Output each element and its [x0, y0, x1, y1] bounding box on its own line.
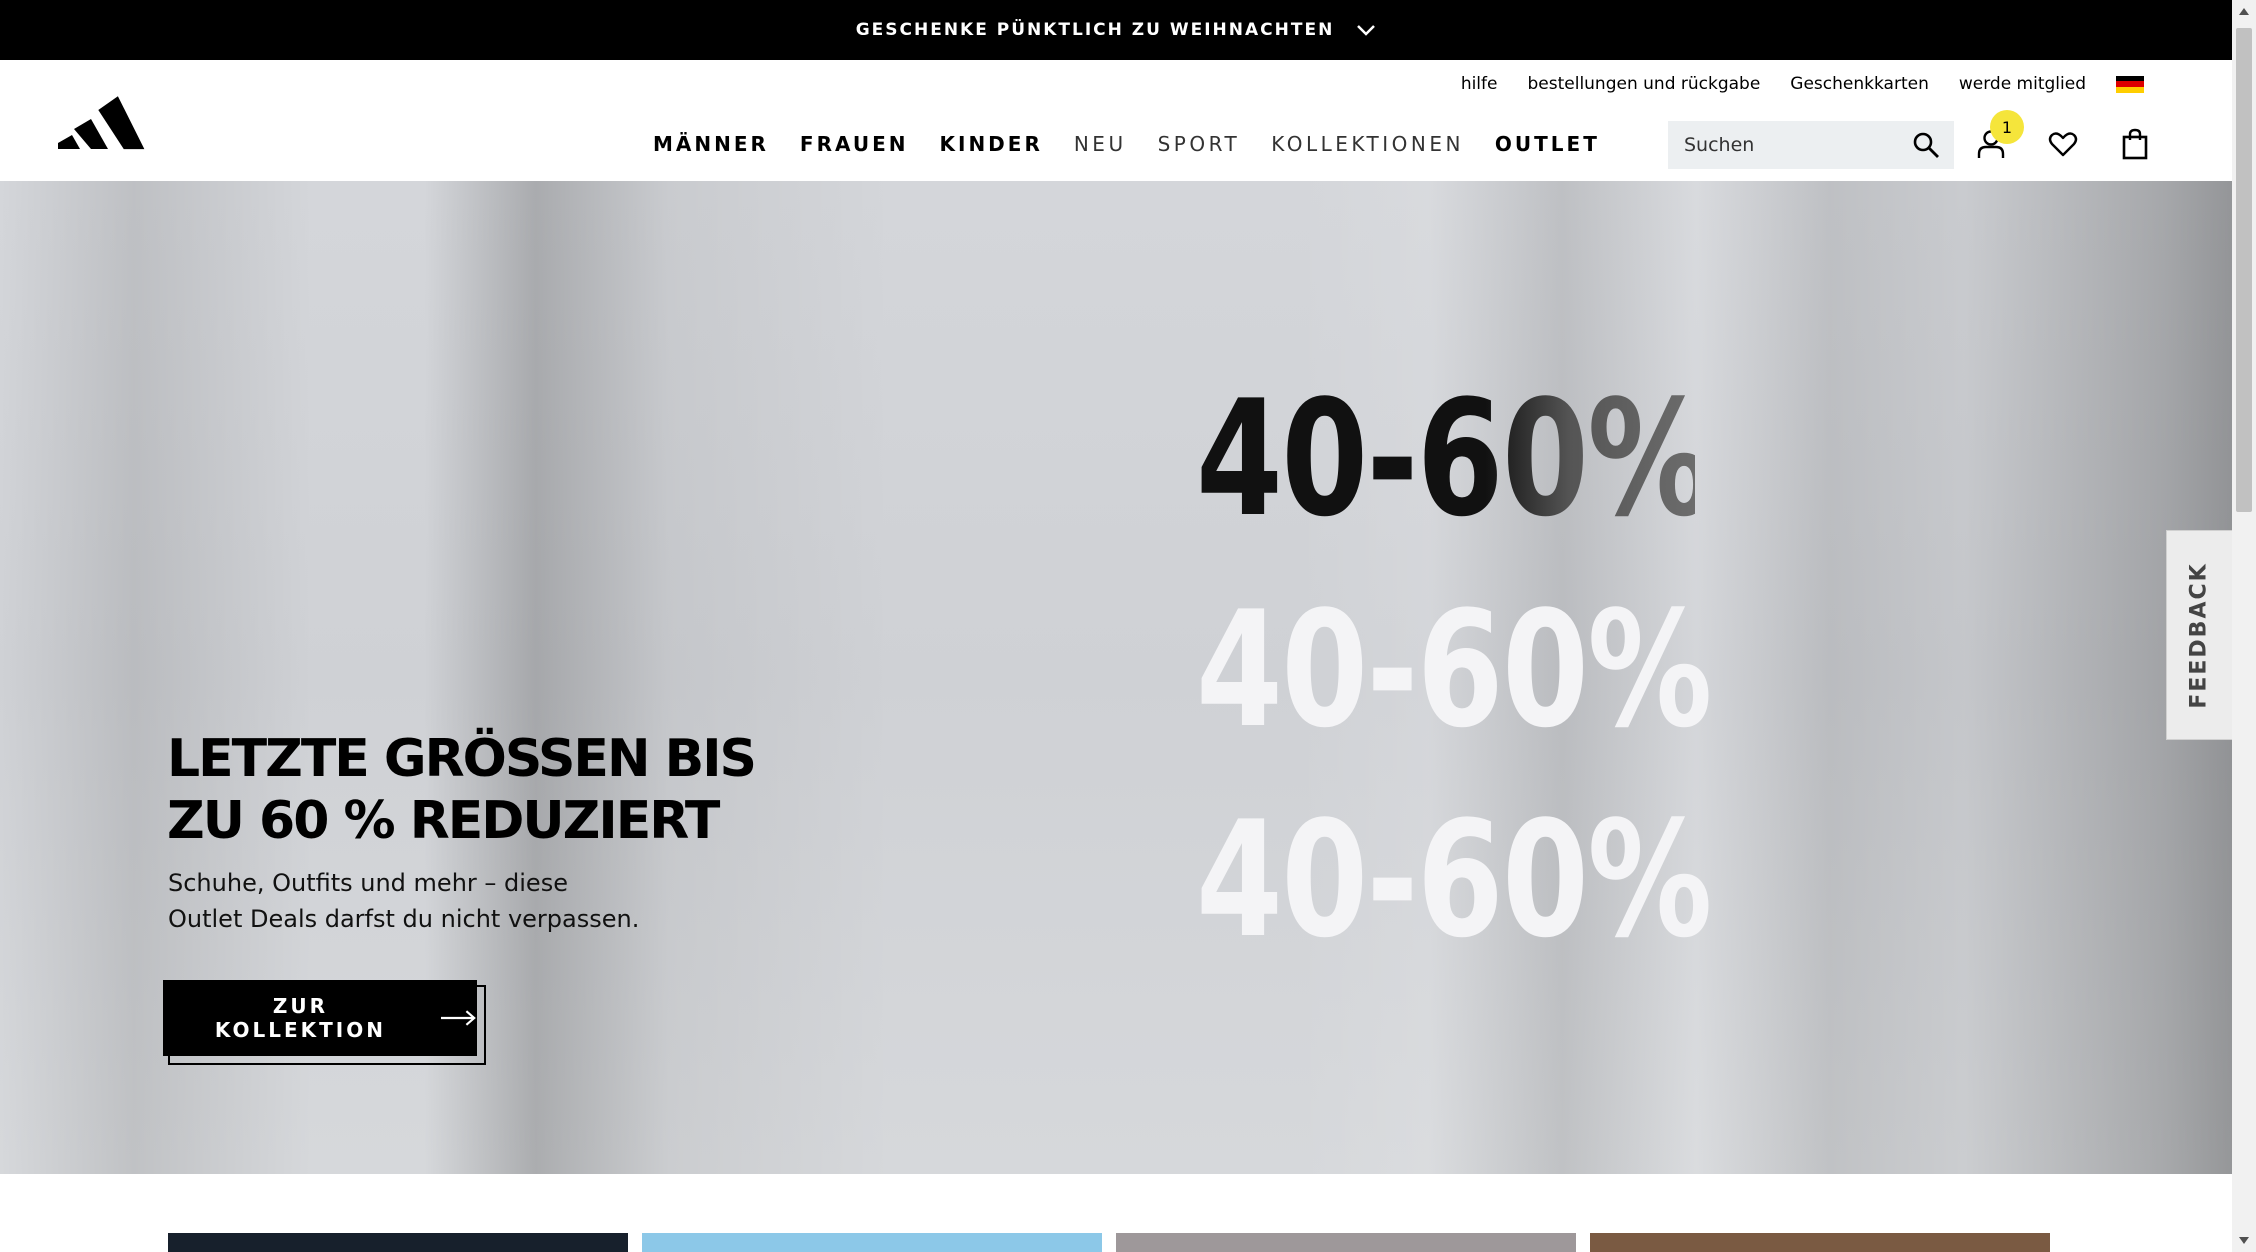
- promo-bar[interactable]: GESCHENKE PÜNKTLICH ZU WEIHNACHTEN: [0, 0, 2232, 60]
- nav-kids[interactable]: KINDER: [940, 132, 1043, 156]
- hero-headline-line2: ZU 60 % REDUZIERT: [167, 791, 720, 851]
- flag-stripe-gold: [2116, 86, 2144, 93]
- flag-de-icon[interactable]: [2116, 75, 2144, 93]
- main-nav: MÄNNER FRAUEN KINDER NEU SPORT KOLLEKTIO…: [653, 132, 1631, 156]
- chevron-down-icon[interactable]: [1356, 23, 1376, 37]
- util-link-orders[interactable]: bestellungen und rückgabe: [1527, 74, 1760, 94]
- adidas-logo[interactable]: [58, 95, 152, 153]
- hero-subtext: Schuhe, Outfits und mehr – diese Outlet …: [168, 865, 708, 937]
- hero-subtext-line2: Outlet Deals darfst du nicht verpassen.: [168, 905, 640, 933]
- search-input[interactable]: [1668, 125, 1904, 165]
- nav-outlet[interactable]: OUTLET: [1495, 132, 1600, 156]
- scroll-up-arrow-icon[interactable]: [2238, 6, 2250, 18]
- arrow-right-icon: [440, 1010, 476, 1026]
- product-tile-3[interactable]: [1116, 1233, 1576, 1252]
- scrollbar-thumb[interactable]: [2236, 28, 2252, 512]
- nav-collections[interactable]: KOLLEKTIONEN: [1271, 132, 1464, 156]
- utility-nav: hilfe bestellungen und rückgabe Geschenk…: [1431, 74, 2144, 94]
- util-link-help[interactable]: hilfe: [1461, 74, 1498, 94]
- search-box[interactable]: [1668, 121, 1954, 169]
- cta-label: ZUR KOLLEKTION: [214, 994, 386, 1042]
- product-tile-1[interactable]: [168, 1233, 628, 1252]
- shop-collection-button[interactable]: ZUR KOLLEKTION: [163, 980, 477, 1056]
- hero-discount-text-3: 40-60%: [1196, 786, 1712, 973]
- hero-subtext-line1: Schuhe, Outfits und mehr – diese: [168, 869, 568, 897]
- page-scrollbar[interactable]: [2232, 0, 2256, 1252]
- util-link-join[interactable]: werde mitglied: [1959, 74, 2086, 94]
- account-notification-badge: 1: [1990, 110, 2024, 144]
- wishlist-heart-icon[interactable]: [2047, 128, 2079, 160]
- hero-discount-text-1: 40-60%: [1196, 354, 1712, 564]
- nav-new[interactable]: NEU: [1074, 132, 1127, 156]
- product-tile-2[interactable]: [642, 1233, 1102, 1252]
- hero-discount-text-2: 40-60%: [1196, 576, 1712, 763]
- nav-women[interactable]: FRAUEN: [800, 132, 909, 156]
- product-tile-4[interactable]: [1590, 1233, 2050, 1252]
- nav-sport[interactable]: SPORT: [1158, 132, 1241, 156]
- search-icon[interactable]: [1912, 131, 1940, 159]
- hero-headline: LETZTE GRÖSSEN BIS ZU 60 % REDUZIERT: [167, 728, 887, 852]
- nav-men[interactable]: MÄNNER: [653, 132, 769, 156]
- hero-headline-line1: LETZTE GRÖSSEN BIS: [167, 729, 757, 789]
- site-header: hilfe bestellungen und rückgabe Geschenk…: [0, 60, 2232, 181]
- shopping-bag-icon[interactable]: [2119, 128, 2151, 160]
- feedback-tab[interactable]: FEEDBACK: [2166, 530, 2232, 740]
- util-link-giftcards[interactable]: Geschenkkarten: [1790, 74, 1929, 94]
- scroll-down-arrow-icon[interactable]: [2238, 1234, 2250, 1246]
- promo-text[interactable]: GESCHENKE PÜNKTLICH ZU WEIHNACHTEN: [856, 20, 1335, 40]
- feedback-label: FEEDBACK: [2187, 561, 2212, 709]
- hero-banner[interactable]: 40-60% 40-60% 40-60% LETZTE GRÖSSEN BIS …: [0, 181, 2232, 1174]
